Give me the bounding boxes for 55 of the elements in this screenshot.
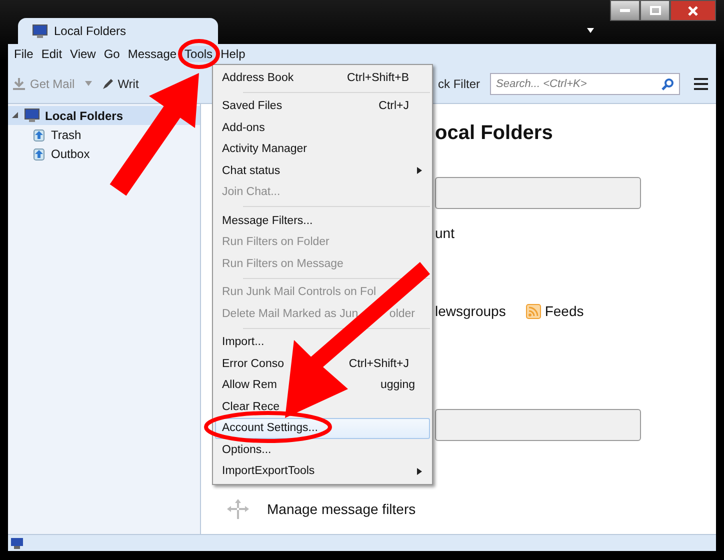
submenu-arrow-icon[interactable] [416, 167, 423, 174]
expand-icon[interactable] [12, 112, 19, 119]
entry-text: older [389, 308, 416, 320]
menu-entry[interactable]: Account Settings... [215, 418, 430, 439]
close-button[interactable] [670, 0, 716, 21]
menu-entry[interactable]: Allow Rem ugging [215, 374, 430, 396]
folder-item[interactable]: Trash [8, 125, 200, 144]
pencil-icon [102, 78, 114, 90]
manage-filters-link[interactable]: Manage message filters [267, 500, 416, 518]
window-tab[interactable]: Local Folders [18, 18, 218, 44]
page-heading: ocal Folders [435, 121, 554, 146]
menu-item[interactable]: File [10, 46, 38, 62]
menu-entry[interactable]: ImportExportTools [215, 460, 430, 482]
search-icon[interactable] [661, 78, 674, 90]
menu-entry[interactable]: Error Conso Ctrl+Shift+J [215, 353, 430, 374]
text-field[interactable] [435, 409, 641, 441]
feeds-link[interactable]: Feeds [544, 303, 584, 320]
menu-item[interactable]: Message [124, 46, 181, 62]
menu-entry[interactable]: Chat status [215, 160, 430, 182]
feed-icon [526, 304, 541, 319]
tab-list-icon[interactable] [587, 27, 594, 34]
maximize-button[interactable] [640, 0, 670, 21]
menu-entry[interactable]: Address Book Ctrl+Shift+B [215, 67, 430, 88]
filter-arrows-icon [227, 499, 249, 519]
close-icon [688, 6, 698, 16]
menu-item[interactable]: Help [216, 46, 250, 62]
maximize-icon [650, 6, 660, 15]
menu-entry[interactable]: Saved Files Ctrl+J [215, 96, 430, 117]
network-icon [11, 538, 23, 548]
folder-item[interactable]: Outbox [8, 144, 200, 163]
newsgroups-link[interactable]: lewsgroups [435, 303, 506, 320]
highlight-circle [178, 39, 220, 69]
write-button[interactable]: Writ [102, 76, 139, 90]
minimize-button[interactable] [610, 0, 640, 21]
quick-filter-button[interactable]: ck Filter [438, 76, 480, 90]
menu-entry[interactable]: Clear Rece [215, 396, 430, 418]
search-field[interactable]: Search... <Ctrl+K> [490, 72, 680, 94]
account-link[interactable]: unt [435, 225, 454, 242]
computer-icon [32, 24, 48, 38]
menu-entry[interactable]: Activity Manager [215, 138, 430, 160]
download-icon [12, 76, 26, 90]
submenu-arrow-icon[interactable] [416, 468, 423, 475]
minimize-icon [620, 9, 630, 12]
menu-icon[interactable] [694, 78, 708, 90]
menu-entry[interactable]: Options... [215, 439, 430, 460]
text-field[interactable] [435, 177, 641, 209]
menu-item[interactable]: Go [100, 46, 124, 62]
menu-entry[interactable]: Message Filters... [215, 210, 430, 232]
menu-item[interactable]: View [66, 46, 100, 62]
menu-entry[interactable]: Import... [215, 332, 430, 353]
entry-text: ugging [380, 379, 416, 392]
computer-icon [24, 108, 40, 123]
menu-item[interactable]: Edit [37, 46, 66, 62]
tab-title: Local Folders [54, 24, 126, 38]
menu-entry[interactable]: Add-ons [215, 117, 430, 138]
